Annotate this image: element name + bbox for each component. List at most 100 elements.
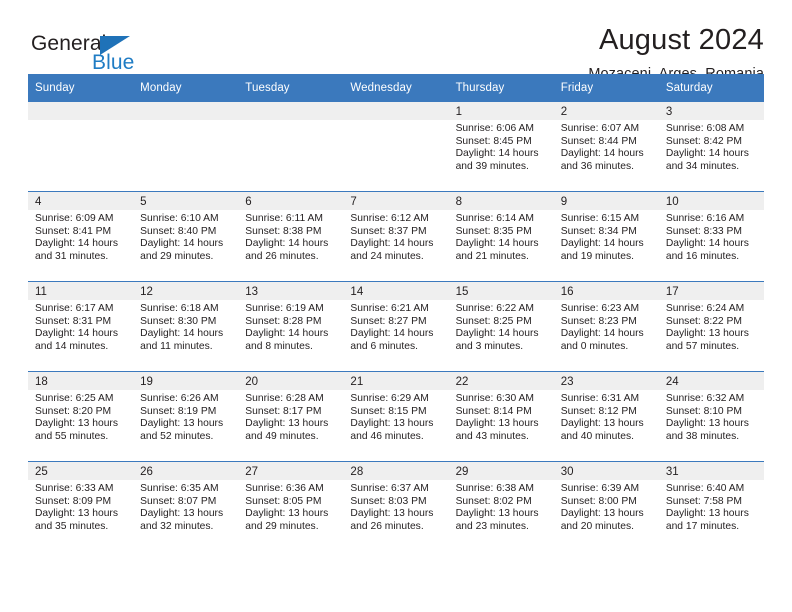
day-cell-inner: 27 Sunrise: 6:36 AM Sunset: 8:05 PM Dayl… (238, 462, 344, 551)
day-cell[interactable]: 28 Sunrise: 6:37 AM Sunset: 8:03 PM Dayl… (343, 461, 449, 551)
weekday-header-saturday: Saturday (658, 74, 764, 102)
day-cell[interactable]: 16 Sunrise: 6:23 AM Sunset: 8:23 PM Dayl… (553, 281, 659, 372)
day-cell[interactable]: 26 Sunrise: 6:35 AM Sunset: 8:07 PM Dayl… (133, 461, 239, 551)
day-cell-inner: 29 Sunrise: 6:38 AM Sunset: 8:02 PM Dayl… (448, 462, 554, 551)
day-number: 1 (448, 102, 554, 120)
day-number: 13 (238, 282, 344, 300)
day-cell[interactable]: 7 Sunrise: 6:12 AM Sunset: 8:37 PM Dayli… (343, 191, 449, 282)
daylight-text-line1: Daylight: 13 hours (665, 418, 749, 430)
day-cell[interactable]: 31 Sunrise: 6:40 AM Sunset: 7:58 PM Dayl… (658, 461, 764, 551)
sunrise-text: Sunrise: 6:11 AM (245, 213, 323, 224)
day-cell[interactable]: 21 Sunrise: 6:29 AM Sunset: 8:15 PM Dayl… (343, 371, 449, 462)
daylight-text-line1: Daylight: 14 hours (35, 238, 118, 250)
daylight-text-line2: and 8 minutes. (245, 340, 313, 352)
daylight-text-line2: and 32 minutes. (140, 520, 214, 532)
sunset-text: Sunset: 8:44 PM (560, 135, 637, 147)
daylight-text-line1: Daylight: 13 hours (350, 508, 434, 520)
day-details: Sunrise: 6:21 AM Sunset: 8:27 PM Dayligh… (343, 300, 448, 353)
day-cell-inner: 3 Sunrise: 6:08 AM Sunset: 8:42 PM Dayli… (658, 102, 764, 191)
day-number: 16 (553, 282, 659, 300)
day-details: Sunrise: 6:23 AM Sunset: 8:23 PM Dayligh… (554, 300, 659, 353)
sunset-text: Sunset: 8:09 PM (35, 495, 112, 507)
day-details: Sunrise: 6:40 AM Sunset: 7:58 PM Dayligh… (659, 480, 764, 533)
day-cell[interactable]: 13 Sunrise: 6:19 AM Sunset: 8:28 PM Dayl… (238, 281, 344, 372)
day-cell[interactable]: 12 Sunrise: 6:18 AM Sunset: 8:30 PM Dayl… (133, 281, 239, 372)
day-cell[interactable]: 9 Sunrise: 6:15 AM Sunset: 8:34 PM Dayli… (553, 191, 659, 282)
day-cell[interactable]: 20 Sunrise: 6:28 AM Sunset: 8:17 PM Dayl… (238, 371, 344, 462)
day-cell[interactable]: 15 Sunrise: 6:22 AM Sunset: 8:25 PM Dayl… (448, 281, 554, 372)
day-cell[interactable]: 25 Sunrise: 6:33 AM Sunset: 8:09 PM Dayl… (28, 461, 134, 551)
day-details: Sunrise: 6:25 AM Sunset: 8:20 PM Dayligh… (28, 390, 133, 443)
daylight-text-line1: Daylight: 14 hours (140, 328, 224, 340)
daylight-text-line1: Daylight: 13 hours (245, 418, 329, 430)
daylight-text-line2: and 31 minutes. (35, 250, 109, 262)
daylight-text-line1: Daylight: 13 hours (140, 418, 224, 430)
sunset-text: Sunset: 8:14 PM (455, 405, 532, 417)
day-cell[interactable]: 6 Sunrise: 6:11 AM Sunset: 8:38 PM Dayli… (238, 191, 344, 282)
day-cell[interactable]: 30 Sunrise: 6:39 AM Sunset: 8:00 PM Dayl… (553, 461, 659, 551)
day-details: Sunrise: 6:38 AM Sunset: 8:02 PM Dayligh… (449, 480, 554, 533)
day-cell[interactable] (238, 102, 344, 192)
day-cell[interactable]: 22 Sunrise: 6:30 AM Sunset: 8:14 PM Dayl… (448, 371, 554, 462)
day-details: Sunrise: 6:16 AM Sunset: 8:33 PM Dayligh… (659, 210, 764, 263)
day-cell[interactable]: 19 Sunrise: 6:26 AM Sunset: 8:19 PM Dayl… (133, 371, 239, 462)
day-cell[interactable]: 2 Sunrise: 6:07 AM Sunset: 8:44 PM Dayli… (553, 102, 659, 192)
sunset-text: Sunset: 8:10 PM (665, 405, 742, 417)
day-details: Sunrise: 6:31 AM Sunset: 8:12 PM Dayligh… (554, 390, 659, 443)
sunrise-text: Sunrise: 6:32 AM (665, 393, 745, 404)
week-row: 18 Sunrise: 6:25 AM Sunset: 8:20 PM Dayl… (28, 371, 764, 462)
daylight-text-line1: Daylight: 14 hours (560, 238, 644, 250)
day-details: Sunrise: 6:24 AM Sunset: 8:22 PM Dayligh… (659, 300, 764, 353)
general-blue-logo[interactable]: General Blue (31, 32, 161, 80)
day-cell[interactable]: 1 Sunrise: 6:06 AM Sunset: 8:45 PM Dayli… (448, 102, 554, 192)
day-cell-inner: 17 Sunrise: 6:24 AM Sunset: 8:22 PM Dayl… (658, 282, 764, 371)
day-cell-inner: 30 Sunrise: 6:39 AM Sunset: 8:00 PM Dayl… (553, 462, 659, 551)
day-cell-inner (238, 102, 344, 191)
sunset-text: Sunset: 8:27 PM (350, 315, 427, 327)
daylight-text-line1: Daylight: 14 hours (245, 238, 329, 250)
day-cell[interactable]: 29 Sunrise: 6:38 AM Sunset: 8:02 PM Dayl… (448, 461, 554, 551)
day-cell-inner: 4 Sunrise: 6:09 AM Sunset: 8:41 PM Dayli… (28, 192, 134, 281)
day-details: Sunrise: 6:14 AM Sunset: 8:35 PM Dayligh… (449, 210, 554, 263)
sunset-text: Sunset: 8:05 PM (245, 495, 322, 507)
day-cell[interactable]: 27 Sunrise: 6:36 AM Sunset: 8:05 PM Dayl… (238, 461, 344, 551)
day-details: Sunrise: 6:19 AM Sunset: 8:28 PM Dayligh… (238, 300, 343, 353)
day-number: 24 (658, 372, 764, 390)
day-cell[interactable]: 18 Sunrise: 6:25 AM Sunset: 8:20 PM Dayl… (28, 371, 134, 462)
day-cell[interactable]: 11 Sunrise: 6:17 AM Sunset: 8:31 PM Dayl… (28, 281, 134, 372)
sunrise-text: Sunrise: 6:25 AM (35, 393, 114, 404)
day-cell[interactable] (343, 102, 449, 192)
day-cell-inner: 9 Sunrise: 6:15 AM Sunset: 8:34 PM Dayli… (553, 192, 659, 281)
day-cell[interactable]: 8 Sunrise: 6:14 AM Sunset: 8:35 PM Dayli… (448, 191, 554, 282)
day-details: Sunrise: 6:08 AM Sunset: 8:42 PM Dayligh… (659, 120, 764, 173)
day-cell-inner (28, 102, 134, 191)
day-cell[interactable]: 4 Sunrise: 6:09 AM Sunset: 8:41 PM Dayli… (28, 191, 134, 282)
day-cell-inner: 21 Sunrise: 6:29 AM Sunset: 8:15 PM Dayl… (343, 372, 449, 461)
day-cell[interactable] (28, 102, 134, 192)
daylight-text-line2: and 0 minutes. (560, 340, 629, 352)
day-cell-inner: 5 Sunrise: 6:10 AM Sunset: 8:40 PM Dayli… (133, 192, 239, 281)
day-cell[interactable]: 17 Sunrise: 6:24 AM Sunset: 8:22 PM Dayl… (658, 281, 764, 372)
day-cell[interactable]: 23 Sunrise: 6:31 AM Sunset: 8:12 PM Dayl… (553, 371, 659, 462)
day-cell-inner: 15 Sunrise: 6:22 AM Sunset: 8:25 PM Dayl… (448, 282, 554, 371)
day-number: 23 (553, 372, 659, 390)
day-cell[interactable] (133, 102, 239, 192)
sunset-text: Sunset: 8:15 PM (350, 405, 427, 417)
day-details: Sunrise: 6:26 AM Sunset: 8:19 PM Dayligh… (133, 390, 238, 443)
day-cell-inner: 1 Sunrise: 6:06 AM Sunset: 8:45 PM Dayli… (448, 102, 554, 191)
sunrise-text: Sunrise: 6:15 AM (560, 213, 640, 224)
sunset-text: Sunset: 8:38 PM (245, 225, 322, 237)
day-cell[interactable]: 3 Sunrise: 6:08 AM Sunset: 8:42 PM Dayli… (658, 102, 764, 192)
day-number: 3 (658, 102, 764, 120)
day-cell-inner: 8 Sunrise: 6:14 AM Sunset: 8:35 PM Dayli… (448, 192, 554, 281)
day-details: Sunrise: 6:22 AM Sunset: 8:25 PM Dayligh… (449, 300, 554, 353)
day-cell[interactable]: 24 Sunrise: 6:32 AM Sunset: 8:10 PM Dayl… (658, 371, 764, 462)
day-number: 6 (238, 192, 344, 210)
day-cell[interactable]: 14 Sunrise: 6:21 AM Sunset: 8:27 PM Dayl… (343, 281, 449, 372)
day-cell[interactable]: 10 Sunrise: 6:16 AM Sunset: 8:33 PM Dayl… (658, 191, 764, 282)
daylight-text-line1: Daylight: 13 hours (350, 418, 434, 430)
day-number: 29 (448, 462, 554, 480)
day-cell[interactable]: 5 Sunrise: 6:10 AM Sunset: 8:40 PM Dayli… (133, 191, 239, 282)
day-number: 20 (238, 372, 344, 390)
sunrise-text: Sunrise: 6:10 AM (140, 213, 219, 224)
